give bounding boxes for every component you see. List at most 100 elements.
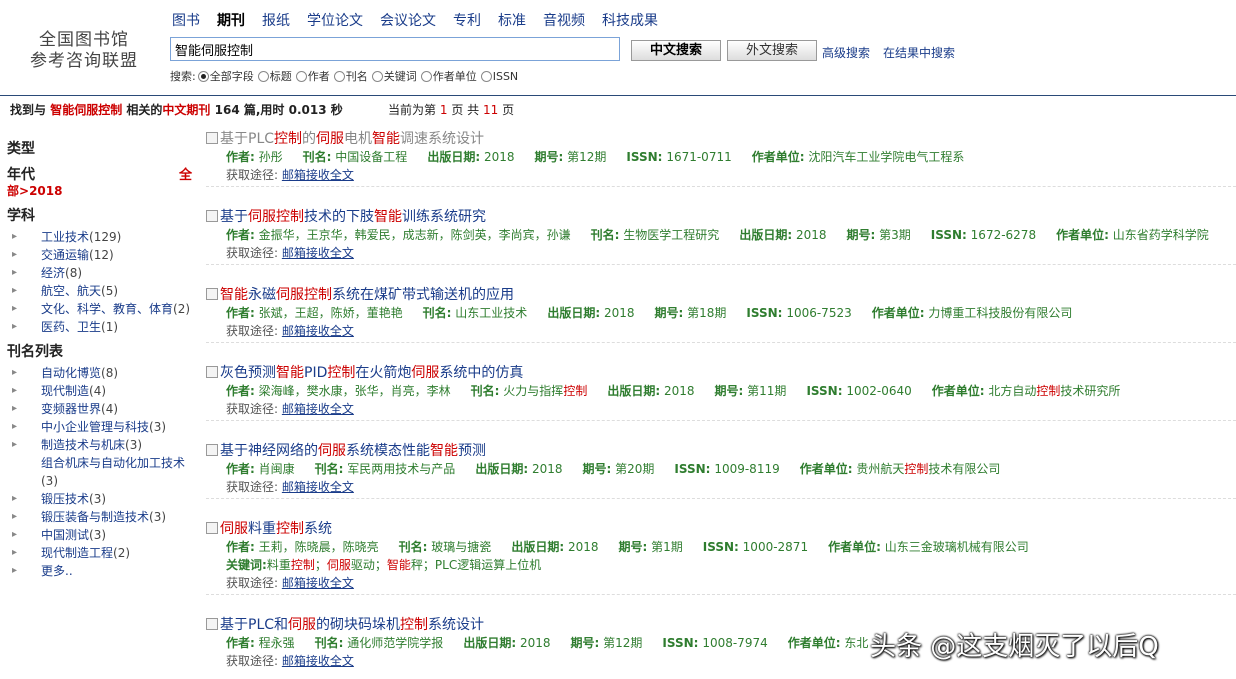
search-field-option[interactable]: 作者: [295, 68, 330, 84]
journal-item[interactable]: 锻压技术(3): [7, 490, 197, 508]
radio-button[interactable]: [197, 70, 209, 82]
email-fulltext-link[interactable]: 邮箱接收全文: [282, 402, 354, 416]
advanced-search-link[interactable]: 高级搜索: [822, 44, 870, 61]
subject-item[interactable]: 航空、航天(5): [7, 282, 197, 300]
subject-item[interactable]: 经济(8): [7, 264, 197, 282]
nav-tab[interactable]: 学位论文: [307, 10, 363, 30]
result-item: 灰色预测智能PID控制在火箭炮伺服系统中的仿真 作者: 梁海峰，樊水康，张华，肖亮…: [206, 364, 1236, 418]
subject-item[interactable]: 工业技术(129): [7, 228, 197, 246]
nav-tab[interactable]: 报纸: [262, 10, 290, 30]
journal-list: 自动化博览(8)现代制造(4)变频器世界(4)中小企业管理与科技(3)制造技术与…: [7, 364, 197, 580]
select-checkbox[interactable]: [206, 210, 218, 222]
journal-list-heading: 刊名列表: [7, 344, 63, 360]
journal-item-name: 中小企业管理与科技: [41, 420, 150, 434]
unit-value: 山东三金玻璃机械有限公司: [885, 540, 1029, 554]
journal-item[interactable]: 现代制造工程(2): [7, 544, 197, 562]
radio-button[interactable]: [333, 70, 345, 82]
nav-tab[interactable]: 科技成果: [602, 10, 658, 30]
year-all-link[interactable]: 全: [179, 164, 192, 183]
journal-item[interactable]: 现代制造(4): [7, 382, 197, 400]
author-value: 肖闽康: [258, 462, 295, 476]
chinese-search-button[interactable]: 中文搜索: [631, 40, 721, 61]
result-title[interactable]: 灰色预测智能PID控制在火箭炮伺服系统中的仿真: [206, 364, 1236, 382]
result-title[interactable]: 基于神经网络的伺服系统模态性能智能预测: [206, 442, 1236, 460]
search-field-option[interactable]: 关键词: [371, 68, 417, 84]
title-segment: 智能: [374, 209, 402, 225]
journal-item[interactable]: 锻压装备与制造技术(3): [7, 508, 197, 526]
title-segment: 基于PLC和: [220, 617, 289, 633]
subject-item-name: 医药、卫生: [41, 320, 102, 334]
search-input[interactable]: [170, 37, 620, 61]
select-checkbox[interactable]: [206, 366, 218, 378]
nav-tab[interactable]: 专利: [453, 10, 481, 30]
journal-item-count: (3): [41, 474, 58, 488]
journal-item[interactable]: 中小企业管理与科技(3): [7, 418, 197, 436]
result-title[interactable]: 伺服料重控制系统: [206, 520, 1236, 538]
subject-item[interactable]: 文化、科学、教育、体育(2): [7, 300, 197, 318]
email-fulltext-link[interactable]: 邮箱接收全文: [282, 246, 354, 260]
radio-button[interactable]: [295, 70, 307, 82]
date-value: 2018: [567, 540, 599, 554]
result-title[interactable]: 基于PLC控制的伺服电机智能调速系统设计: [206, 130, 1236, 148]
access-label: 获取途径:: [226, 246, 282, 260]
radio-button[interactable]: [480, 70, 492, 82]
unit-segment: 技术有限公司: [928, 462, 1001, 476]
email-fulltext-link[interactable]: 邮箱接收全文: [282, 654, 354, 668]
date-label: 出版日期:: [547, 306, 601, 320]
type-heading[interactable]: 类型: [7, 138, 197, 158]
logo-line1: 全国图书馆: [39, 30, 129, 50]
journal-item[interactable]: 制造技术与机床(3): [7, 436, 197, 454]
subject-item-count: (2): [173, 302, 191, 316]
email-fulltext-link[interactable]: 邮箱接收全文: [282, 576, 354, 590]
author-label: 作者:: [226, 228, 255, 242]
foreign-search-button[interactable]: 外文搜索: [727, 40, 817, 61]
unit-segment: 山东省药学科学院: [1112, 228, 1209, 242]
nav-tab[interactable]: 图书: [172, 10, 200, 30]
email-fulltext-link[interactable]: 邮箱接收全文: [282, 168, 354, 182]
nav-tab[interactable]: 音视频: [543, 10, 585, 30]
radio-button[interactable]: [420, 70, 432, 82]
journal-item[interactable]: 中国测试(3): [7, 526, 197, 544]
search-field-option[interactable]: 作者单位: [420, 68, 477, 84]
select-checkbox[interactable]: [206, 618, 218, 630]
year-all-link-cont[interactable]: 部: [7, 184, 19, 198]
email-fulltext-link[interactable]: 邮箱接收全文: [282, 324, 354, 338]
author-value: 孙彤: [258, 150, 283, 164]
radio-button[interactable]: [371, 70, 383, 82]
select-checkbox[interactable]: [206, 522, 218, 534]
issn-label: ISSN:: [746, 306, 783, 320]
email-fulltext-link[interactable]: 邮箱接收全文: [282, 480, 354, 494]
journal-item[interactable]: 更多..: [7, 562, 197, 580]
result-access: 获取途径: 邮箱接收全文: [206, 322, 1236, 340]
result-keywords: 关键词:料重控制；伺服驱动；智能秤；PLC逻辑运算上位机: [206, 556, 1236, 574]
journal-label: 刊名:: [422, 306, 452, 320]
result-title[interactable]: 基于伺服控制技术的下肢智能训练系统研究: [206, 208, 1236, 226]
select-checkbox[interactable]: [206, 444, 218, 456]
search-field-option[interactable]: 刊名: [333, 68, 368, 84]
result-divider: [206, 594, 1236, 595]
search-field-option[interactable]: 全部字段: [197, 68, 254, 84]
issn-value: 1672-6278: [970, 228, 1037, 242]
title-segment: 灰色预测: [220, 365, 276, 381]
search-field-option[interactable]: 标题: [257, 68, 292, 84]
nav-tab[interactable]: 会议论文: [380, 10, 436, 30]
subject-item[interactable]: 医药、卫生(1): [7, 318, 197, 336]
journal-item[interactable]: 变频器世界(4): [7, 400, 197, 418]
search-field-option[interactable]: ISSN: [480, 70, 518, 83]
keyword-segment: ；: [314, 558, 327, 572]
journal-item[interactable]: 组合机床与自动化加工技术 (3): [0, 454, 191, 490]
nav-tab[interactable]: 期刊: [217, 10, 245, 30]
select-checkbox[interactable]: [206, 288, 218, 300]
select-checkbox[interactable]: [206, 132, 218, 144]
radio-button[interactable]: [257, 70, 269, 82]
search-within-results-link[interactable]: 在结果中搜索: [883, 44, 955, 61]
pager-text: 页: [502, 103, 515, 117]
nav-tab[interactable]: 标准: [498, 10, 526, 30]
subject-item-count: (1): [101, 320, 119, 334]
year-heading[interactable]: 年代: [7, 167, 35, 183]
site-logo[interactable]: 全国图书馆 参考咨询联盟: [24, 30, 144, 72]
journal-item[interactable]: 自动化博览(8): [7, 364, 197, 382]
journal-item-name: 中国测试: [41, 528, 90, 542]
result-title[interactable]: 智能永磁伺服控制系统在煤矿带式输送机的应用: [206, 286, 1236, 304]
subject-item[interactable]: 交通运输(12): [7, 246, 197, 264]
